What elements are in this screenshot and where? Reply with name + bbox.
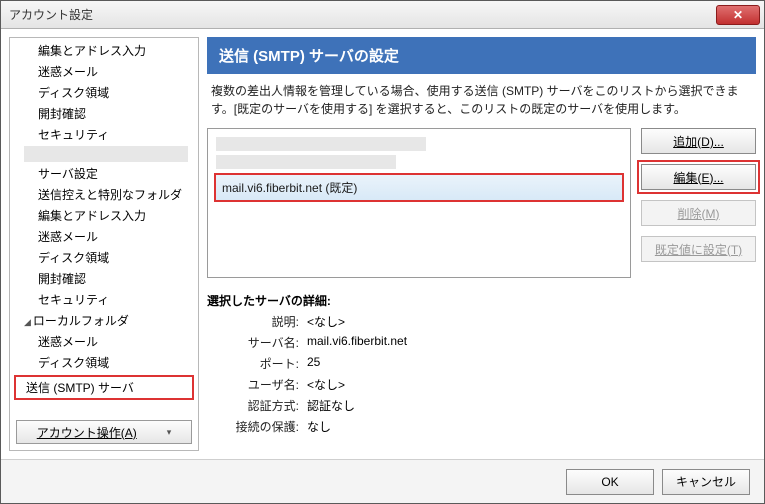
detail-value: <なし>: [307, 376, 756, 393]
sidebar: 編集とアドレス入力 迷惑メール ディスク領域 開封確認 セキュリティ サーバ設定…: [9, 37, 199, 451]
detail-value: 25: [307, 355, 756, 372]
detail-label: 接続の保護:: [207, 418, 307, 435]
tree-item[interactable]: 編集とアドレス入力: [10, 205, 198, 226]
tree-item[interactable]: 送信控えと特別なフォルダ: [10, 184, 198, 205]
list-item-redacted[interactable]: [216, 137, 426, 151]
detail-value: 認証なし: [307, 397, 756, 414]
chevron-down-icon: ▾: [167, 427, 172, 438]
smtp-server-selected[interactable]: mail.vi6.fiberbit.net (既定): [214, 173, 624, 202]
set-default-button[interactable]: 既定値に設定(T): [641, 236, 756, 262]
tree-item[interactable]: 開封確認: [10, 268, 198, 289]
tree-item[interactable]: セキュリティ: [10, 124, 198, 145]
account-settings-window: アカウント設定 ✕ 編集とアドレス入力 迷惑メール ディスク領域 開封確認 セキ…: [0, 0, 765, 504]
detail-label: 認証方式:: [207, 397, 307, 414]
tree-item[interactable]: 迷惑メール: [10, 331, 198, 352]
account-ops-label: アカウント操作(A): [37, 424, 137, 441]
close-button[interactable]: ✕: [716, 5, 760, 25]
add-button[interactable]: 追加(D)...: [641, 128, 756, 154]
tree-item[interactable]: 迷惑メール: [10, 61, 198, 82]
delete-button[interactable]: 削除(M): [641, 200, 756, 226]
tree-item[interactable]: ディスク領域: [10, 247, 198, 268]
detail-label: ユーザ名:: [207, 376, 307, 393]
detail-value: なし: [307, 418, 756, 435]
panel-header: 送信 (SMTP) サーバの設定: [207, 37, 756, 74]
smtp-server-list[interactable]: mail.vi6.fiberbit.net (既定): [207, 128, 631, 278]
dialog-body: 編集とアドレス入力 迷惑メール ディスク領域 開封確認 セキュリティ サーバ設定…: [1, 29, 764, 459]
detail-label: サーバ名:: [207, 334, 307, 351]
tree-group-local[interactable]: ローカルフォルダ: [10, 310, 198, 331]
list-item-redacted[interactable]: [216, 155, 396, 169]
server-detail-title: 選択したサーバの詳細:: [207, 292, 756, 309]
server-detail-grid: 説明: <なし> サーバ名: mail.vi6.fiberbit.net ポート…: [207, 313, 756, 435]
cancel-button[interactable]: キャンセル: [662, 469, 750, 495]
edit-button[interactable]: 編集(E)...: [641, 164, 756, 190]
tree-item-smtp[interactable]: 送信 (SMTP) サーバ: [14, 375, 194, 400]
tree-item[interactable]: 迷惑メール: [10, 226, 198, 247]
detail-label: ポート:: [207, 355, 307, 372]
tree-item[interactable]: 開封確認: [10, 103, 198, 124]
server-row: mail.vi6.fiberbit.net (既定) 追加(D)... 編集(E…: [207, 128, 756, 278]
tree-item[interactable]: ディスク領域: [10, 352, 198, 373]
detail-label: 説明:: [207, 313, 307, 330]
detail-value: <なし>: [307, 313, 756, 330]
dialog-footer: OK キャンセル: [1, 459, 764, 503]
button-column: 追加(D)... 編集(E)... 削除(M) 既定値に設定(T): [641, 128, 756, 278]
account-tree[interactable]: 編集とアドレス入力 迷惑メール ディスク領域 開封確認 セキュリティ サーバ設定…: [10, 38, 198, 404]
tree-item[interactable]: ディスク領域: [10, 82, 198, 103]
panel-description: 複数の差出人情報を管理している場合、使用する送信 (SMTP) サーバをこのリス…: [207, 74, 756, 122]
tree-item-redacted[interactable]: [24, 146, 188, 162]
ok-button[interactable]: OK: [566, 469, 654, 495]
main-panel: 送信 (SMTP) サーバの設定 複数の差出人情報を管理している場合、使用する送…: [207, 37, 756, 451]
tree-item[interactable]: サーバ設定: [10, 163, 198, 184]
tree-item[interactable]: 編集とアドレス入力: [10, 40, 198, 61]
account-operations-button[interactable]: アカウント操作(A) ▾: [16, 420, 192, 444]
tree-item[interactable]: セキュリティ: [10, 289, 198, 310]
detail-value: mail.vi6.fiberbit.net: [307, 334, 756, 351]
titlebar: アカウント設定 ✕: [1, 1, 764, 29]
window-title: アカウント設定: [9, 6, 93, 23]
close-icon: ✕: [733, 8, 743, 22]
